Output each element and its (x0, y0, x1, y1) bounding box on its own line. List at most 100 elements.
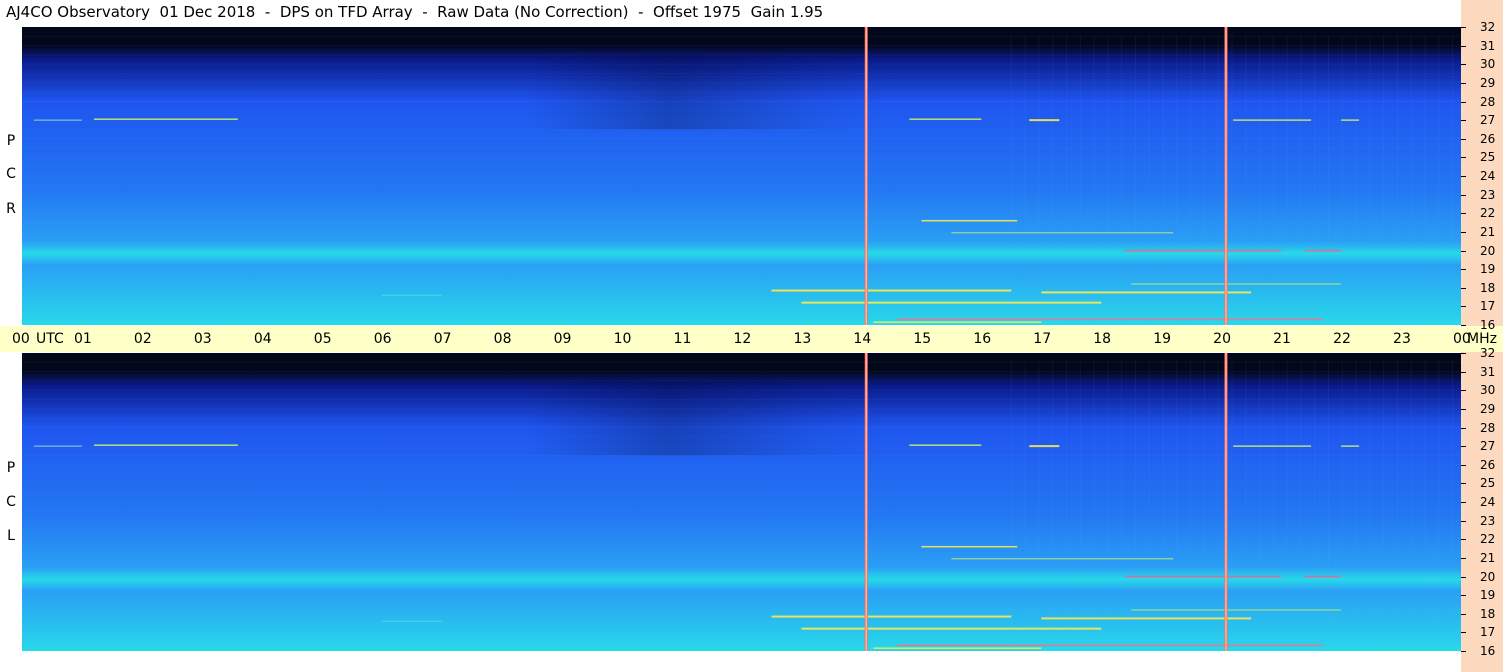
interference-streak (93, 444, 238, 446)
frequency-tick (1461, 102, 1466, 103)
frequency-tick (1461, 614, 1466, 615)
time-tick-label: 10 (613, 331, 632, 347)
interference-streak (1305, 249, 1342, 252)
frequency-tick (1461, 428, 1466, 429)
frequency-tick (1461, 502, 1466, 503)
frequency-tick-label: 18 (1480, 280, 1496, 295)
interference-streak (1041, 617, 1252, 620)
interference-streak (1041, 291, 1252, 294)
time-tick-label: 06 (373, 331, 392, 347)
interference-streak (951, 232, 1174, 234)
frequency-tick (1461, 288, 1466, 289)
interference-streak (1305, 575, 1342, 578)
vertical-marker-core (865, 353, 867, 651)
time-tick-label: 16 (973, 331, 992, 347)
time-tick-label: 08 (493, 331, 512, 347)
interference-streak (1125, 575, 1282, 578)
frequency-tick (1461, 353, 1466, 354)
frequency-tick (1461, 232, 1466, 233)
frequency-tick-label: 17 (1480, 625, 1496, 640)
frequency-tick (1461, 139, 1466, 140)
vertical-marker-core (1225, 353, 1227, 651)
frequency-tick-label: 26 (1480, 131, 1496, 146)
frequency-tick-label: 16 (1480, 318, 1496, 332)
frequency-tick-label: 19 (1480, 262, 1496, 277)
frequency-tick (1461, 213, 1466, 214)
vertical-marker-core (1225, 27, 1227, 325)
frequency-tick (1461, 539, 1466, 540)
frequency-tick-label: 17 (1480, 299, 1496, 314)
chart-title: AJ4CO Observatory 01 Dec 2018 - DPS on T… (6, 3, 824, 21)
interference-streak (381, 294, 442, 296)
interference-streak (873, 321, 1042, 323)
time-tick-label: 04 (253, 331, 272, 347)
frequency-tick (1461, 306, 1466, 307)
frequency-tick-label: 22 (1480, 532, 1496, 547)
interference-streak (909, 118, 982, 120)
time-tick-label: 12 (733, 331, 752, 347)
vertical-marker-core (865, 27, 867, 325)
frequency-tick-label: 29 (1480, 75, 1496, 90)
frequency-tick-label: 25 (1480, 476, 1496, 491)
frequency-tick-label: 31 (1480, 38, 1496, 53)
frequency-tick-label: 27 (1480, 113, 1496, 128)
frequency-tick-label: 23 (1480, 187, 1496, 202)
time-tick-label: 15 (913, 331, 932, 347)
time-tick-label: 02 (133, 331, 152, 347)
lcp-spectrogram (22, 353, 1461, 651)
frequency-tick-label: 20 (1480, 569, 1496, 584)
frequency-tick-label: 28 (1480, 94, 1496, 109)
frequency-tick-label: 24 (1480, 495, 1496, 509)
interference-streak (951, 558, 1174, 560)
frequency-tick-label: 22 (1480, 206, 1496, 221)
time-tick-label: 03 (193, 331, 212, 347)
frequency-tick-label: 25 (1480, 150, 1496, 165)
rcp-spectrogram (22, 27, 1461, 325)
frequency-tick-label: 31 (1480, 364, 1496, 379)
spectrogram-svg (22, 27, 1461, 325)
frequency-tick (1461, 83, 1466, 84)
interference-streak (1029, 119, 1060, 122)
time-tick-label: 01 (73, 331, 92, 347)
frequency-tick (1461, 651, 1466, 652)
interference-streak (1233, 445, 1312, 447)
time-tick-label: 11 (673, 331, 692, 347)
time-tick-label: 18 (1093, 331, 1112, 347)
frequency-tick (1461, 577, 1466, 578)
time-tick-label: MHz (1467, 331, 1497, 347)
frequency-tick (1461, 446, 1466, 447)
rcp-label-letter: R (6, 201, 16, 217)
lcp-label-letter: P (6, 460, 16, 476)
frequency-tick (1461, 64, 1466, 65)
frequency-tick (1461, 325, 1466, 326)
lcp-label-letter: L (7, 528, 15, 544)
frequency-tick (1461, 269, 1466, 270)
frequency-tick (1461, 120, 1466, 121)
time-tick-label: 17 (1033, 331, 1052, 347)
time-tick-label: UTC (36, 331, 64, 347)
interference-streak (801, 627, 1102, 630)
time-tick-label: 19 (1153, 331, 1172, 347)
time-tick-label: 23 (1393, 331, 1411, 347)
interference-streak (771, 615, 1012, 618)
rcp-label-letter: P (6, 133, 16, 149)
time-tick-label: 20 (1213, 331, 1231, 347)
frequency-tick-label: 30 (1480, 383, 1496, 398)
frequency-tick-label: 20 (1480, 243, 1496, 258)
time-tick-label: 21 (1273, 331, 1291, 347)
lcp-label-letter: C (6, 494, 16, 510)
frequency-tick-label: 32 (1480, 346, 1496, 360)
frequency-tick (1461, 390, 1466, 391)
rcp-label-letter: C (6, 166, 16, 182)
interference-streak (909, 444, 982, 446)
frequency-tick-label: 24 (1480, 169, 1496, 183)
frequency-tick (1461, 521, 1466, 522)
interference-streak (33, 445, 82, 447)
interference-streak (1233, 119, 1312, 121)
frequency-tick (1461, 595, 1466, 596)
frequency-tick-label: 23 (1480, 513, 1496, 528)
frequency-tick-label: 21 (1480, 550, 1496, 565)
frequency-tick (1461, 558, 1466, 559)
interference-streak (33, 119, 82, 121)
time-tick-label: 14 (853, 331, 872, 347)
